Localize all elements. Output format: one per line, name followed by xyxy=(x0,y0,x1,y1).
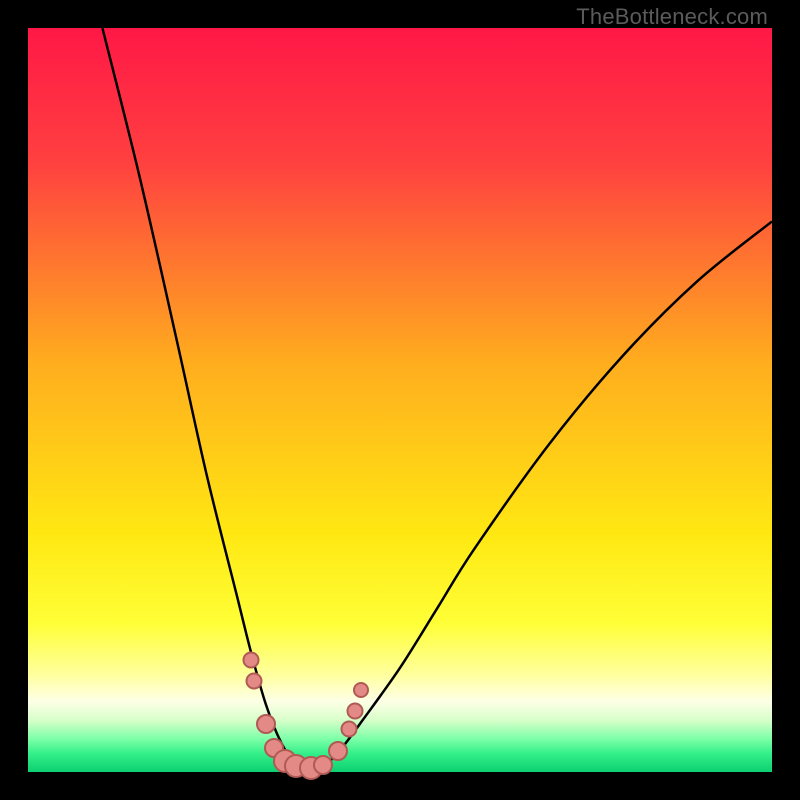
data-marker xyxy=(341,720,358,737)
data-marker xyxy=(243,652,260,669)
data-marker xyxy=(353,682,369,698)
data-marker xyxy=(256,714,276,734)
background-gradient xyxy=(28,28,772,772)
plot-area xyxy=(28,28,772,772)
data-marker xyxy=(328,741,348,761)
data-marker xyxy=(246,673,263,690)
watermark-text: TheBottleneck.com xyxy=(576,4,768,30)
data-marker xyxy=(347,702,364,719)
